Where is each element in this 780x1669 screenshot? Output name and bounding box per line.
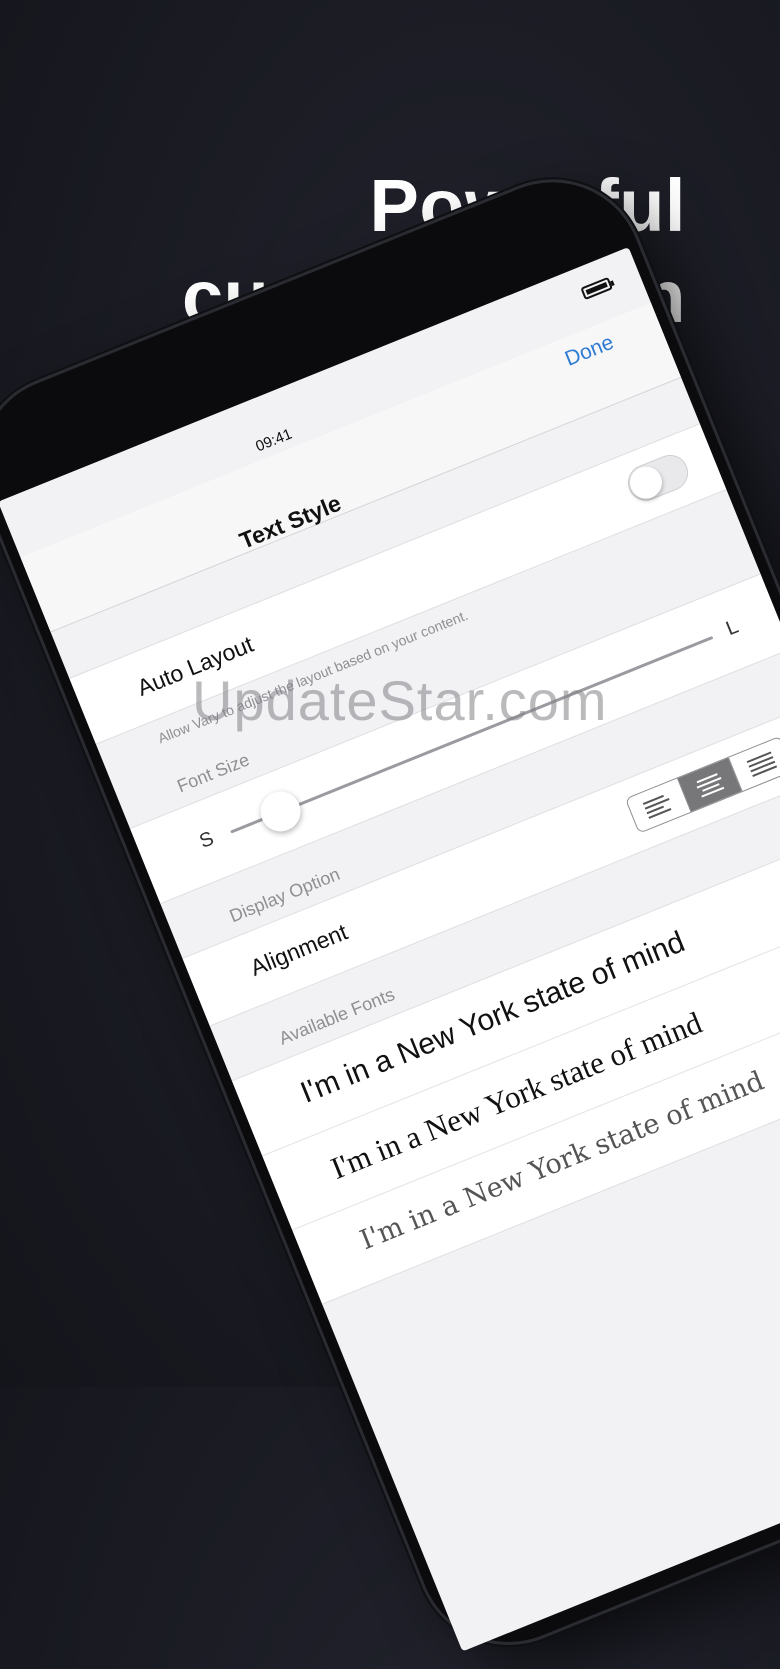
- phone-screen: 09:41 Done Text Style Auto Layout Allow …: [0, 247, 780, 1652]
- auto-layout-toggle[interactable]: [622, 449, 694, 507]
- page-title: Text Style: [235, 489, 345, 554]
- battery-icon: [580, 276, 613, 301]
- phone-mockup: 09:41 Done Text Style Auto Layout Allow …: [0, 140, 780, 1669]
- watermark: UpdateStar.com: [192, 669, 608, 732]
- alignment-segmented-control[interactable]: [624, 735, 780, 834]
- align-center-icon: [693, 769, 726, 800]
- toggle-knob: [625, 461, 667, 504]
- align-justified-icon: [745, 748, 778, 779]
- font-size-min-label: S: [196, 827, 217, 853]
- align-left-icon: [642, 790, 675, 821]
- font-size-slider-knob[interactable]: [254, 785, 307, 838]
- done-button[interactable]: Done: [562, 331, 618, 372]
- font-size-max-label: L: [722, 615, 742, 641]
- alignment-label: Alignment: [246, 918, 352, 981]
